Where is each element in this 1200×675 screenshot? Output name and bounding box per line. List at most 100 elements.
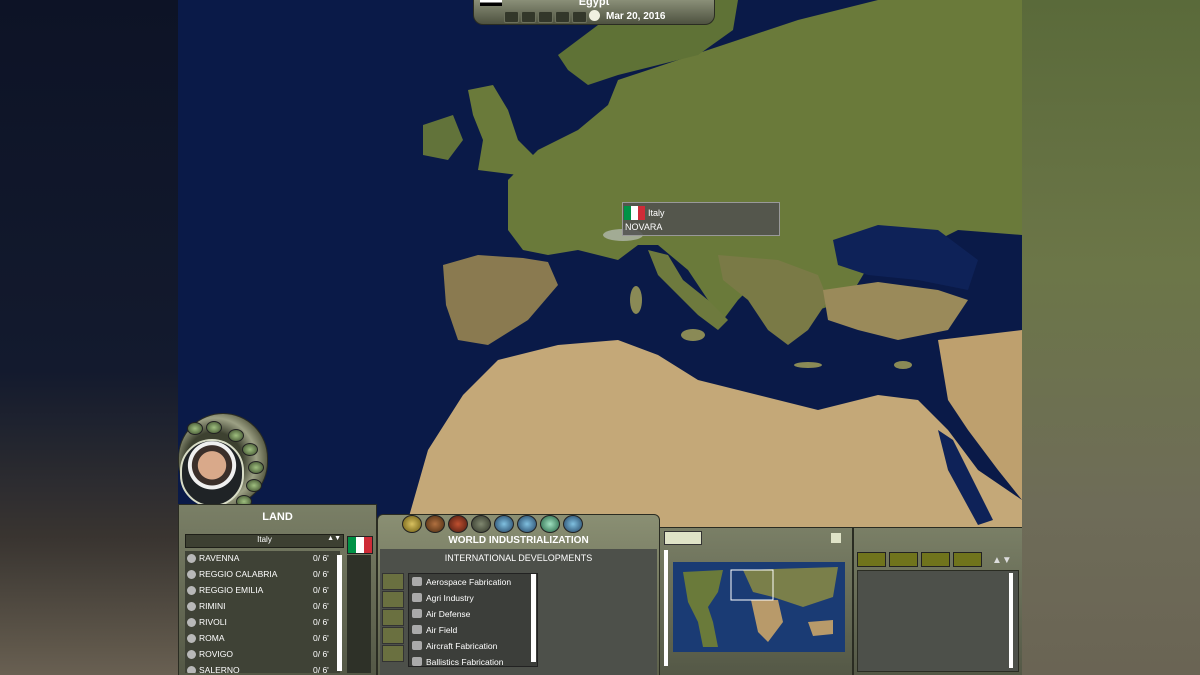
development-name: Aircraft Fabrication (426, 641, 498, 651)
city-list-scrollbar[interactable] (337, 555, 342, 671)
industry-icon[interactable] (402, 515, 422, 533)
list-item[interactable]: RIVOLI 0/ 6' (185, 615, 340, 631)
list-item[interactable]: Agri Industry (409, 590, 537, 606)
speed-controls (504, 11, 587, 23)
aircraft-icon (412, 641, 422, 650)
city-icon (187, 666, 196, 673)
sicily-land (681, 329, 705, 341)
air-field-icon (412, 625, 422, 634)
city-icon (187, 650, 196, 659)
city-value: 0/ 6' (313, 633, 329, 643)
land-side-panel (347, 555, 371, 673)
city-icon (187, 618, 196, 627)
agriculture-icon[interactable] (425, 515, 445, 533)
developments-subtitle: INTERNATIONAL DEVELOPMENTS (444, 553, 593, 563)
city-list: RAVENNA 0/ 6' REGGIO CALABRIA 0/ 6' REGGIO… (185, 551, 340, 673)
city-value: 0/ 6' (313, 649, 329, 659)
speed-4-button[interactable] (572, 11, 587, 23)
list-item[interactable]: ROMA 0/ 6' (185, 631, 340, 647)
list-item[interactable]: RIMINI 0/ 6' (185, 599, 340, 615)
build-icon[interactable] (382, 609, 404, 626)
city-name: ROVIGO (199, 649, 234, 659)
info-button-bar (857, 552, 982, 567)
list-item[interactable]: SALERNO 0/ 6' (185, 663, 340, 673)
build-icon[interactable] (382, 573, 404, 590)
list-item[interactable]: Aircraft Fabrication (409, 638, 537, 654)
list-item[interactable]: REGGIO EMILIA 0/ 6' (185, 583, 340, 599)
city-value: 0/ 6' (313, 569, 329, 579)
development-name: Air Field (426, 625, 458, 635)
italy-flag-icon (347, 536, 373, 554)
globe-icon[interactable] (187, 422, 203, 435)
city-name: REGGIO EMILIA (199, 585, 264, 595)
land-panel: LAND Italy ▲▼ RAVENNA 0/ 6' REGGIO CALABR… (178, 504, 377, 675)
chevron-down-icon[interactable]: ▲▼ (327, 535, 341, 542)
tooltip-country: Italy (648, 208, 665, 218)
world-minimap[interactable] (673, 562, 845, 652)
minimap-option-button[interactable] (831, 533, 841, 543)
edit-icon[interactable] (889, 552, 918, 567)
speed-3-button[interactable] (555, 11, 570, 23)
tooltip-city: NOVARA (625, 222, 663, 232)
globe-icon[interactable] (494, 515, 514, 533)
development-name: Aerospace Fabrication (426, 577, 512, 587)
economy-icon[interactable] (228, 429, 244, 442)
city-name: RAVENNA (199, 553, 240, 563)
panel-title: WORLD INDUSTRIALIZATION (448, 535, 589, 546)
developments-scrollbar[interactable] (531, 574, 536, 662)
build-icon[interactable] (382, 627, 404, 644)
minimap-toggle[interactable] (664, 531, 702, 545)
list-item[interactable]: ROVIGO 0/ 6' (185, 647, 340, 663)
list-item[interactable]: REGGIO CALABRIA 0/ 6' (185, 567, 340, 583)
speed-2-button[interactable] (538, 11, 553, 23)
info-scrollbar[interactable] (1009, 573, 1013, 668)
minimap-panel (659, 527, 853, 675)
folder-icon[interactable] (921, 552, 950, 567)
city-name: RIVOLI (199, 617, 227, 627)
globe-icon[interactable] (563, 515, 583, 533)
sort-arrows-icon[interactable]: ▲▼ (992, 555, 1012, 566)
list-item[interactable]: RAVENNA 0/ 6' (185, 551, 340, 567)
right-backdrop (1022, 0, 1200, 675)
city-icon (187, 554, 196, 563)
resources-icon[interactable] (242, 443, 258, 456)
city-value: 0/ 6' (313, 553, 329, 563)
military-unit-icon[interactable] (471, 515, 491, 533)
globe-icon[interactable] (517, 515, 537, 533)
air-defense-icon (412, 609, 422, 618)
left-backdrop (0, 0, 178, 675)
developments-list: Aerospace Fabrication Agri Industry Air … (408, 573, 538, 667)
list-item[interactable]: Ballistics Fabrication (409, 654, 537, 666)
cyprus-land (894, 361, 912, 369)
country-select-value: Italy (257, 535, 272, 544)
globe-icon[interactable] (540, 515, 560, 533)
list-item[interactable]: Air Field (409, 622, 537, 638)
treaty-icon[interactable] (248, 461, 264, 474)
clock-icon (589, 10, 600, 21)
country-select[interactable]: Italy ▲▼ (185, 534, 344, 548)
speed-1-button[interactable] (521, 11, 536, 23)
selected-country-title: Egypt (578, 0, 610, 8)
crete-land (794, 362, 822, 368)
help-icon[interactable] (953, 552, 982, 567)
developments-body: INTERNATIONAL DEVELOPMENTS Aerospace Fab… (380, 549, 657, 675)
leader-portrait[interactable] (180, 439, 244, 507)
military-icon[interactable] (206, 421, 222, 434)
ballistics-icon (412, 657, 422, 666)
development-name: Agri Industry (426, 593, 474, 603)
city-icon (187, 586, 196, 595)
build-icon[interactable] (382, 591, 404, 608)
oil-icon[interactable] (448, 515, 468, 533)
list-item[interactable]: Air Defense (409, 606, 537, 622)
zoom-icon[interactable] (857, 552, 886, 567)
game-date: Mar 20, 2016 (606, 11, 666, 22)
minimap-scrollbar[interactable] (664, 550, 668, 666)
build-icon[interactable] (382, 645, 404, 662)
list-item[interactable]: Aerospace Fabrication (409, 574, 537, 590)
city-name: SALERNO (199, 665, 240, 673)
land-panel-title: LAND (262, 511, 293, 523)
pause-button[interactable] (504, 11, 519, 23)
city-value: 0/ 6' (313, 665, 329, 673)
sardinia-land (630, 286, 642, 314)
research-icon[interactable] (246, 479, 262, 492)
